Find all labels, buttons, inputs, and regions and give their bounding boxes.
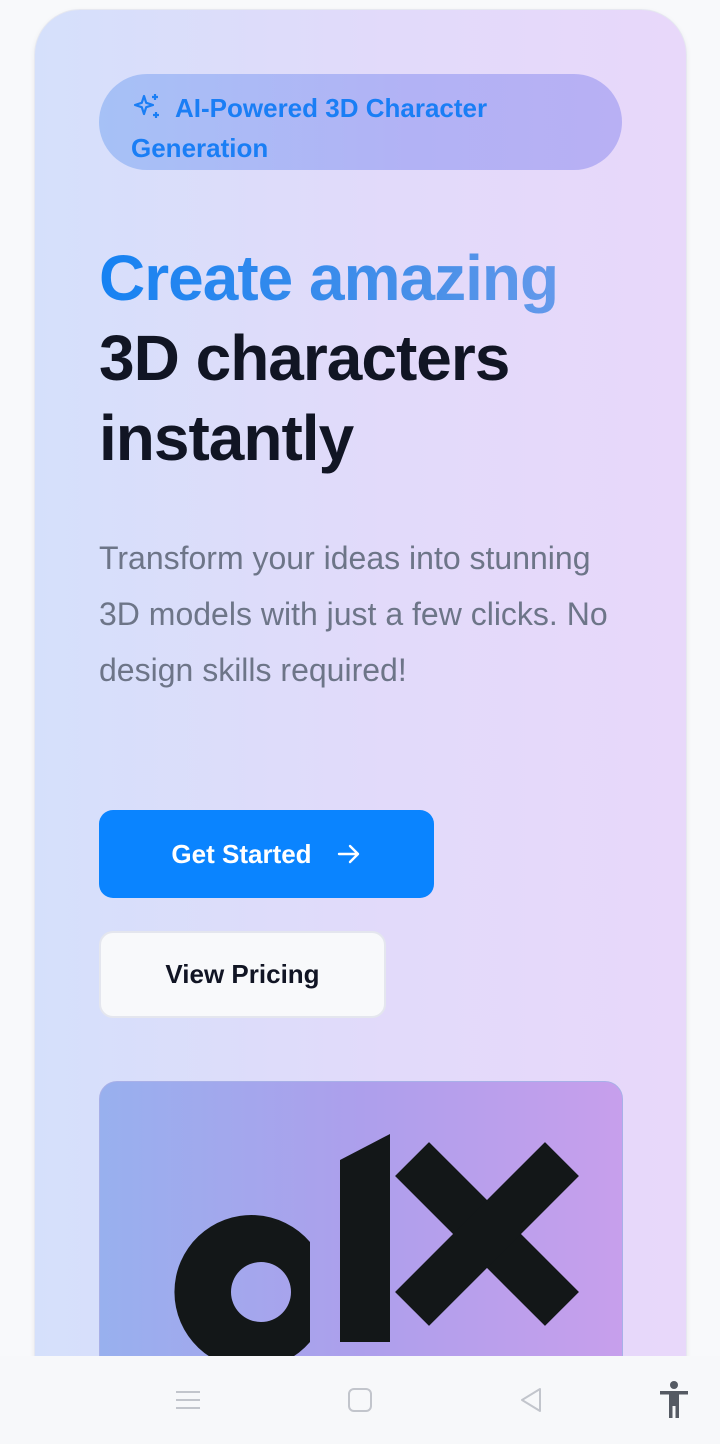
hero-headline: Create amazing 3D characters instantly	[99, 238, 659, 478]
sparkles-icon	[133, 94, 159, 118]
menu-icon[interactable]	[166, 1378, 210, 1422]
view-pricing-label: View Pricing	[165, 959, 320, 989]
get-started-label: Get Started	[171, 838, 312, 869]
headline-line-2: 3D characters	[99, 322, 510, 394]
system-navigation-bar	[0, 1356, 720, 1444]
hero-card: AI-Powered 3D Character Generation Creat…	[34, 9, 687, 1409]
badge-text: AI-Powered 3D Character Generation	[131, 93, 488, 163]
hero-subtitle: Transform your ideas into stunning 3D mo…	[99, 540, 608, 688]
home-square-icon[interactable]	[338, 1378, 382, 1422]
headline-accent: Create amazing	[99, 238, 659, 318]
view-pricing-button[interactable]: View Pricing	[99, 931, 386, 1018]
back-triangle-icon[interactable]	[509, 1378, 553, 1422]
get-started-button[interactable]: Get Started	[99, 810, 434, 898]
ai-powered-badge: AI-Powered 3D Character Generation	[99, 74, 622, 170]
headline-line-3: instantly	[99, 402, 354, 474]
accessibility-icon[interactable]	[652, 1378, 696, 1422]
arrow-right-icon	[337, 844, 359, 864]
